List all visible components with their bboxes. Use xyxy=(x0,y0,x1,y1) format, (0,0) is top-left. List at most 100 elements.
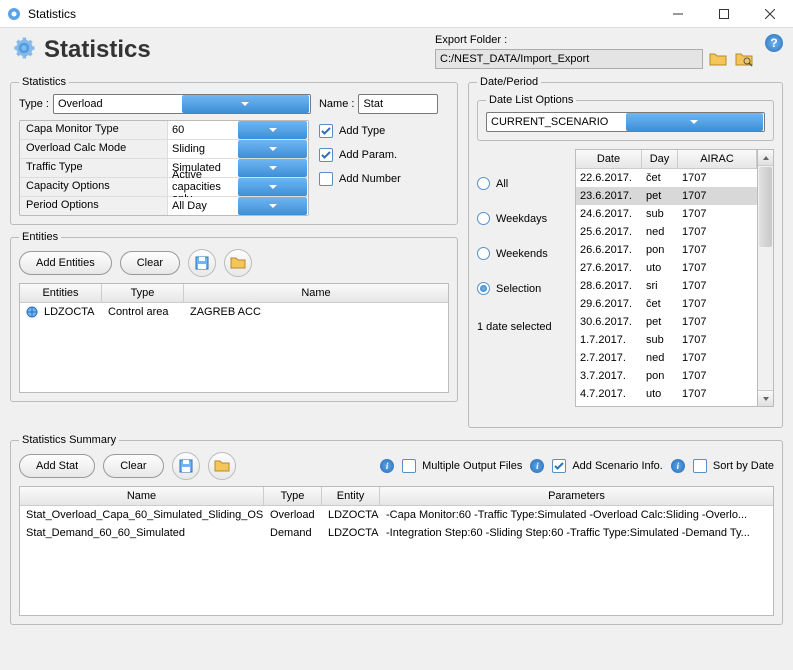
table-row[interactable]: LDZOCTAControl areaZAGREB ACC xyxy=(20,303,448,324)
scroll-down-icon[interactable] xyxy=(758,390,773,406)
option-combo[interactable]: All Day xyxy=(168,197,308,215)
table-row[interactable]: Stat_Demand_60_60_SimulatedDemandLDZOCTA… xyxy=(20,524,773,542)
option-combo[interactable]: Active capacities only xyxy=(168,178,308,196)
info-icon[interactable]: i xyxy=(380,459,394,473)
cell-day: sub xyxy=(642,333,678,347)
open-stats-button[interactable] xyxy=(208,452,236,480)
table-row[interactable]: 23.6.2017.pet1707 xyxy=(576,187,757,205)
option-combo[interactable]: 60 xyxy=(168,121,308,139)
titlebar: Statistics xyxy=(0,0,793,28)
table-row[interactable]: 24.6.2017.sub1707 xyxy=(576,205,757,223)
maximize-button[interactable] xyxy=(701,0,747,28)
window-title: Statistics xyxy=(28,7,655,21)
table-row[interactable]: 25.6.2017.ned1707 xyxy=(576,223,757,241)
selected-count: 1 date selected xyxy=(477,321,567,333)
cell-day: pet xyxy=(642,315,678,329)
radio-weekdays[interactable]: Weekdays xyxy=(477,212,567,225)
table-row[interactable]: 2.7.2017.ned1707 xyxy=(576,349,757,367)
cell-params: -Integration Step:60 -Sliding Step:60 -T… xyxy=(380,524,773,542)
radio-weekends-label: Weekends xyxy=(496,248,548,260)
entities-col-type[interactable]: Type xyxy=(102,284,184,302)
date-col-airac[interactable]: AIRAC xyxy=(678,150,757,168)
add-param-check[interactable]: Add Param. xyxy=(319,148,401,162)
open-entities-button[interactable] xyxy=(224,249,252,277)
cell-airac: 1707 xyxy=(678,279,757,293)
info-icon[interactable]: i xyxy=(671,459,685,473)
add-entities-button[interactable]: Add Entities xyxy=(19,251,112,275)
date-col-day[interactable]: Day xyxy=(642,150,678,168)
browse-folder-button[interactable] xyxy=(707,48,729,70)
sort-date-check[interactable]: Sort by Date xyxy=(693,459,774,473)
radio-selection[interactable]: Selection xyxy=(477,282,567,295)
table-row[interactable]: 4.7.2017.uto1707 xyxy=(576,385,757,403)
table-row[interactable]: 27.6.2017.uto1707 xyxy=(576,259,757,277)
table-row[interactable]: Stat_Overload_Capa_60_Simulated_Sliding_… xyxy=(20,506,773,524)
close-button[interactable] xyxy=(747,0,793,28)
cell-type: Control area xyxy=(102,303,184,324)
type-combo[interactable]: Overload xyxy=(53,94,311,114)
table-row[interactable]: 3.7.2017.pon1707 xyxy=(576,367,757,385)
save-stats-button[interactable] xyxy=(172,452,200,480)
table-row[interactable]: 28.6.2017.sri1707 xyxy=(576,277,757,295)
table-row[interactable]: 26.6.2017.pon1707 xyxy=(576,241,757,259)
cell-airac: 1707 xyxy=(678,405,757,407)
cell-date: 30.6.2017. xyxy=(576,315,642,329)
table-row[interactable]: 29.6.2017.čet1707 xyxy=(576,295,757,313)
date-scrollbar[interactable] xyxy=(758,149,774,407)
clear-stats-button[interactable]: Clear xyxy=(103,454,163,478)
table-row[interactable]: 1.7.2017.sub1707 xyxy=(576,331,757,349)
dateperiod-legend: Date/Period xyxy=(477,76,541,88)
cell-name: ZAGREB ACC xyxy=(184,303,448,324)
save-entities-button[interactable] xyxy=(188,249,216,277)
option-combo[interactable]: Sliding xyxy=(168,140,308,158)
cell-date: 26.6.2017. xyxy=(576,243,642,257)
add-number-label: Add Number xyxy=(339,173,401,185)
entities-col-name[interactable]: Name xyxy=(184,284,448,302)
summary-col-type[interactable]: Type xyxy=(264,487,322,505)
table-row[interactable]: 22.6.2017.čet1707 xyxy=(576,169,757,187)
cell-day: čet xyxy=(642,171,678,185)
radio-all[interactable]: All xyxy=(477,177,567,190)
add-number-check[interactable]: Add Number xyxy=(319,172,401,186)
cell-entity: LDZOCTA xyxy=(38,303,102,324)
table-row[interactable]: 5.7.2017.sri1707 xyxy=(576,403,757,407)
cell-type: Demand xyxy=(264,524,322,542)
cell-airac: 1707 xyxy=(678,243,757,257)
scenario-info-check[interactable]: Add Scenario Info. xyxy=(552,459,663,473)
multi-output-check[interactable]: Multiple Output Files xyxy=(402,459,522,473)
cell-day: pon xyxy=(642,369,678,383)
scroll-thumb[interactable] xyxy=(759,167,772,247)
cell-date: 22.6.2017. xyxy=(576,171,642,185)
datelist-value: CURRENT_SCENARIO xyxy=(487,116,625,128)
date-col-date[interactable]: Date xyxy=(576,150,642,168)
add-stat-button[interactable]: Add Stat xyxy=(19,454,95,478)
summary-col-params[interactable]: Parameters xyxy=(380,487,773,505)
cell-airac: 1707 xyxy=(678,351,757,365)
table-row[interactable]: 30.6.2017.pet1707 xyxy=(576,313,757,331)
add-type-check[interactable]: Add Type xyxy=(319,124,401,138)
summary-fieldset: Statistics Summary Add Stat Clear i Mult… xyxy=(10,434,783,625)
clear-entities-button[interactable]: Clear xyxy=(120,251,180,275)
search-folder-button[interactable] xyxy=(733,48,755,70)
radio-weekdays-label: Weekdays xyxy=(496,213,547,225)
info-icon[interactable]: i xyxy=(530,459,544,473)
option-row: Overload Calc ModeSliding xyxy=(20,140,308,159)
help-icon[interactable]: ? xyxy=(765,34,783,52)
option-key: Overload Calc Mode xyxy=(20,140,168,158)
minimize-button[interactable] xyxy=(655,0,701,28)
name-input[interactable] xyxy=(358,94,438,114)
entities-col-entities[interactable]: Entities xyxy=(20,284,102,302)
chevron-down-icon xyxy=(238,121,307,139)
export-folder-input[interactable] xyxy=(435,49,703,69)
checkbox-icon xyxy=(319,172,333,186)
summary-col-entity[interactable]: Entity xyxy=(322,487,380,505)
cell-date: 1.7.2017. xyxy=(576,333,642,347)
scroll-up-icon[interactable] xyxy=(758,150,773,166)
datelist-combo[interactable]: CURRENT_SCENARIO xyxy=(486,112,765,132)
radio-icon xyxy=(477,212,490,225)
cell-day: sri xyxy=(642,405,678,407)
radio-weekends[interactable]: Weekends xyxy=(477,247,567,260)
summary-col-name[interactable]: Name xyxy=(20,487,264,505)
cell-airac: 1707 xyxy=(678,333,757,347)
cell-date: 28.6.2017. xyxy=(576,279,642,293)
